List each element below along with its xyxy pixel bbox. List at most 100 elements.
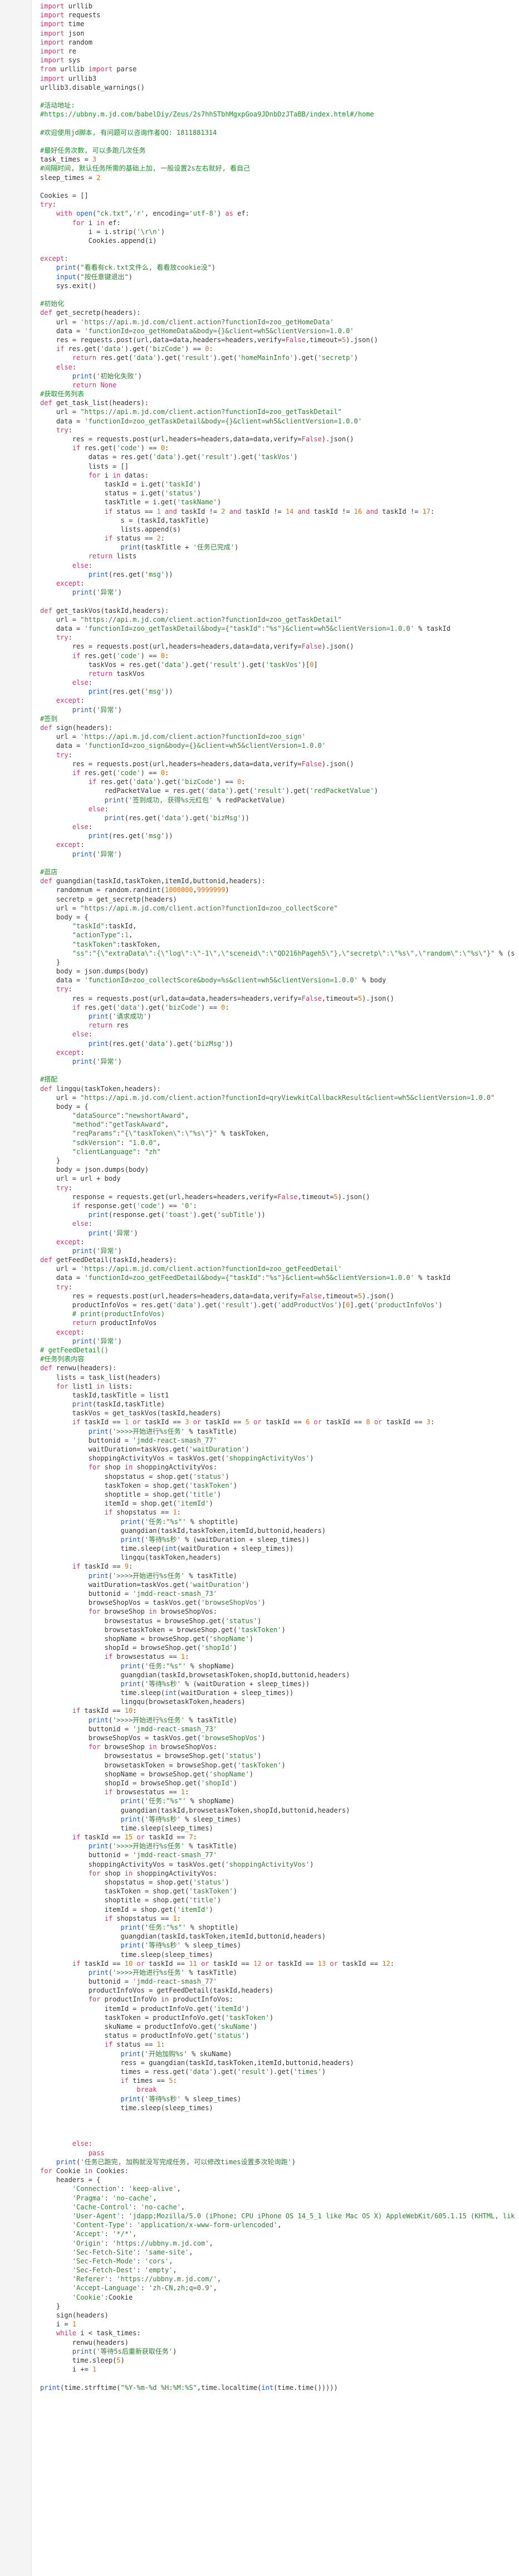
- code-line[interactable]: 210 taskToken = shop.get('taskToken'): [40, 1887, 515, 1896]
- code-line[interactable]: 130 body = json.dumps(body): [40, 1165, 515, 1174]
- code-line[interactable]: 263 i += 1: [40, 2365, 515, 2374]
- code-line[interactable]: 227 if status == 1:: [40, 2040, 515, 2049]
- code-line[interactable]: 224 taskToken = productInfoVo.get('taskT…: [40, 2013, 515, 2022]
- code-line[interactable]: 15#欢迎使用jd脚本, 有问题可以咨询作者QQ: 1811881314: [40, 128, 515, 137]
- code-line[interactable]: 129 }: [40, 1156, 515, 1165]
- code-line[interactable]: 221 productInfoVos = getFeedDetail(taskI…: [40, 1986, 515, 1995]
- code-line[interactable]: 216 print('等待%s秒' % sleep_times): [40, 1941, 515, 1950]
- code-line[interactable]: 21: [40, 182, 515, 191]
- code-line[interactable]: 233 print('等待%s秒' % sleep_times): [40, 2095, 515, 2103]
- code-line[interactable]: 27 Cookies.append(i): [40, 236, 515, 245]
- code-line[interactable]: 173 lingqu(taskToken,headers): [40, 1553, 515, 1562]
- code-line[interactable]: 154 for list1 in lists:: [40, 1382, 515, 1391]
- code-line[interactable]: 52 lists = []: [40, 462, 515, 471]
- code-line[interactable]: 50 if res.get('code') == 0:: [40, 444, 515, 452]
- code-line[interactable]: 135 print(response.get('toast').get('sub…: [40, 1210, 515, 1219]
- code-line[interactable]: 199 if browsestatus == 1:: [40, 1788, 515, 1796]
- code-line[interactable]: 35def get_secretp(headers):: [40, 308, 515, 317]
- code-line[interactable]: 101 url = "https://api.m.jd.com/client.a…: [40, 904, 515, 913]
- code-line[interactable]: 148 except:: [40, 1328, 515, 1337]
- code-line[interactable]: 257 sign(headers): [40, 2311, 515, 2320]
- code-line[interactable]: 4import json: [40, 29, 515, 38]
- code-line[interactable]: 77 print(res.get('msg')): [40, 687, 515, 696]
- code-line[interactable]: 162 shoppingActivityVos = taskVos.get('s…: [40, 1454, 515, 1463]
- code-line[interactable]: 153 lists = task_list(headers): [40, 1373, 515, 1382]
- code-line[interactable]: 172 time.sleep(int(waitDuration + sleep_…: [40, 1544, 515, 1553]
- code-line[interactable]: 143 try:: [40, 1283, 515, 1292]
- code-line[interactable]: 200 print('任务:"%s"' % shopName): [40, 1796, 515, 1805]
- code-line[interactable]: 84 try:: [40, 751, 515, 759]
- code-line[interactable]: 251 'Sec-Fetch-Mode': 'cors',: [40, 2257, 515, 2266]
- code-line[interactable]: 152def renwu(headers):: [40, 1364, 515, 1372]
- code-line[interactable]: 214 print('任务:"%s"' % shoptitle): [40, 1923, 515, 1932]
- code-line[interactable]: 231 if times == 5:: [40, 2076, 515, 2085]
- code-line[interactable]: 259 while i < task_times:: [40, 2329, 515, 2338]
- code-line[interactable]: 245 'Cache-Control': 'no-cache',: [40, 2203, 515, 2212]
- code-line[interactable]: 80#签到: [40, 714, 515, 723]
- code-line[interactable]: 46 url = "https://api.m.jd.com/client.ac…: [40, 407, 515, 416]
- code-line[interactable]: 246 'User-Agent': 'jdapp;Mozilla/5.0 (iP…: [40, 2212, 515, 2220]
- code-line[interactable]: 134 if response.get('code') == '0':: [40, 1201, 515, 1210]
- code-line[interactable]: 195 browsestatus = browseShop.get('statu…: [40, 1751, 515, 1760]
- code-line[interactable]: 209 shopstatus = shop.get('status'): [40, 1878, 515, 1887]
- code-line[interactable]: 211 shoptitle = shop.get('title'): [40, 1896, 515, 1905]
- code-line[interactable]: 213 if shopstatus == 1:: [40, 1914, 515, 1923]
- code-line[interactable]: 253 'Referer': 'https://ubbny.m.jd.com/'…: [40, 2275, 515, 2283]
- code-line[interactable]: 95 print('异常'): [40, 850, 515, 859]
- code-line[interactable]: 237: [40, 2130, 515, 2139]
- code-line[interactable]: 75 return taskVos: [40, 669, 515, 678]
- code-line[interactable]: 125 "method":"getTaskAward",: [40, 1120, 515, 1129]
- code-line[interactable]: 91 print(res.get('data').get('bizMsg')): [40, 814, 515, 822]
- code-line[interactable]: 113 print('请求成功'): [40, 1012, 515, 1021]
- code-line[interactable]: 191 print('>>>>开始进行%s任务' % taskTitle): [40, 1716, 515, 1725]
- code-line[interactable]: 212 itemId = shop.get('itemId'): [40, 1905, 515, 1914]
- code-line[interactable]: 37 data = 'functionId=zoo_getHomeData&bo…: [40, 327, 515, 335]
- code-line[interactable]: 45def get_task_list(headers):: [40, 398, 515, 407]
- code-line[interactable]: 175 print('>>>>开始进行%s任务' % taskTitle): [40, 1571, 515, 1580]
- code-line[interactable]: 228 print('开始加购%s' % skuName): [40, 2049, 515, 2058]
- code-line[interactable]: 220 buttonid = 'jmdd-react-smash_77': [40, 1977, 515, 1986]
- code-line[interactable]: 17#最好任务次数, 可以多跑几次任务: [40, 146, 515, 155]
- code-line[interactable]: 54 taskId = i.get('taskId'): [40, 480, 515, 489]
- code-line[interactable]: 235: [40, 2112, 515, 2121]
- code-line[interactable]: 123 body = {: [40, 1102, 515, 1111]
- code-line[interactable]: 127 "sdkVersion": "1.0.0",: [40, 1138, 515, 1147]
- code-line[interactable]: 99 randomnum = random.randint(1000000,99…: [40, 885, 515, 894]
- code-line[interactable]: 196 browsetaskToken = browseShop.get('ta…: [40, 1761, 515, 1770]
- code-line[interactable]: 47 data = 'functionId=zoo_getTaskDetail&…: [40, 417, 515, 426]
- code-line[interactable]: 58 s = (taskId,taskTitle): [40, 516, 515, 525]
- code-line[interactable]: 40 return res.get('data').get('result').…: [40, 353, 515, 362]
- code-line[interactable]: 174 if taskId == 9:: [40, 1562, 515, 1571]
- code-line[interactable]: 24 with open("ck.txt",'r', encoding='utf…: [40, 209, 515, 218]
- code-line[interactable]: 31 input("按任意键退出"): [40, 272, 515, 281]
- code-line[interactable]: 9import urllib3: [40, 74, 515, 83]
- code-line[interactable]: 225 skuName = productInfoVo.get('skuName…: [40, 2022, 515, 2031]
- code-line[interactable]: 131 url = url + body: [40, 1174, 515, 1183]
- code-line[interactable]: 158 if taskId == 1 or taskId == 3 or tas…: [40, 1418, 515, 1426]
- code-line[interactable]: 89 print('签到成功, 获得%s元红包' % redPacketValu…: [40, 796, 515, 805]
- code-line[interactable]: 217 time.sleep(sleep_times): [40, 1950, 515, 1959]
- code-line[interactable]: 185 print('任务:"%s"' % shopName): [40, 1662, 515, 1671]
- code-line[interactable]: 147 return productInfoVos: [40, 1318, 515, 1327]
- code-line[interactable]: 48 try:: [40, 426, 515, 435]
- code-line[interactable]: 25 for i in ef:: [40, 218, 515, 227]
- code-line[interactable]: 10urllib3.disable_warnings(): [40, 83, 515, 92]
- code-line[interactable]: 252 'Sec-Fetch-Dest': 'empty',: [40, 2266, 515, 2275]
- code-line[interactable]: 81def sign(headers):: [40, 723, 515, 732]
- code-line[interactable]: 201 guangdian(taskId,browsetaskToken,sho…: [40, 1806, 515, 1815]
- code-line[interactable]: 88 redPacketValue = res.get('data').get(…: [40, 786, 515, 795]
- code-line[interactable]: 55 status = i.get('status'): [40, 489, 515, 498]
- code-line[interactable]: 137 print('异常'): [40, 1229, 515, 1238]
- code-line[interactable]: 169 print('任务:"%s"' % shoptitle): [40, 1517, 515, 1526]
- code-line[interactable]: 226 status = productInfoVo.get('status'): [40, 2031, 515, 2040]
- code-line[interactable]: 5import random: [40, 38, 515, 47]
- code-line[interactable]: 69 url = "https://api.m.jd.com/client.ac…: [40, 615, 515, 624]
- code-line[interactable]: 12#活动地址:: [40, 101, 515, 110]
- code-line[interactable]: 68def get_taskVos(taskId,headers):: [40, 606, 515, 615]
- code-editor[interactable]: 1import urllib2import requests3import ti…: [0, 0, 519, 2576]
- code-line[interactable]: 66 print('异常'): [40, 588, 515, 597]
- code-line[interactable]: 146 # print(productInfoVos): [40, 1309, 515, 1318]
- code-line[interactable]: 118 print('异常'): [40, 1057, 515, 1066]
- code-line[interactable]: 53 for i in datas:: [40, 471, 515, 480]
- code-line[interactable]: 249 'Origin': 'https://ubbny.m.jd.com',: [40, 2239, 515, 2248]
